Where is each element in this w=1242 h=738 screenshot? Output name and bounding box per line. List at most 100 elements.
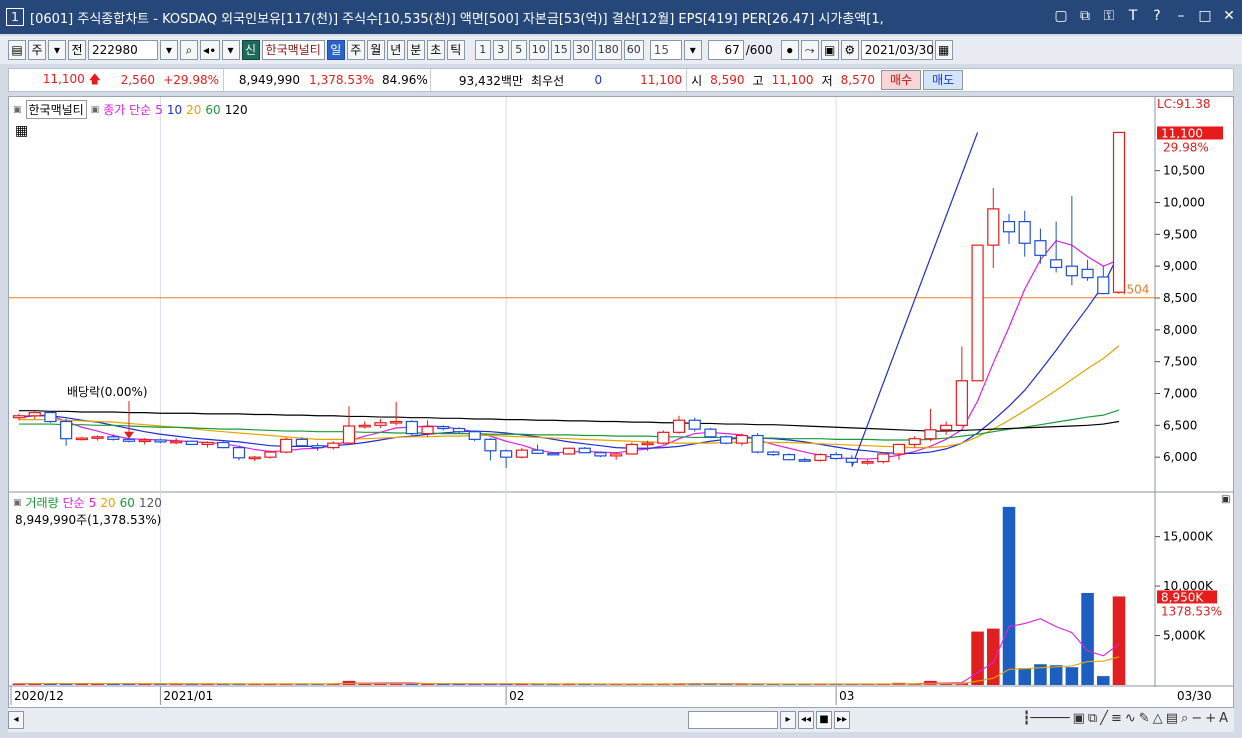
price-legend: ▣ 한국맥널티 ▣ 종가 단순 5 10 20 60 120 [13,100,248,119]
stock-name[interactable]: 한국맥널티 [261,40,325,60]
interval-button-30[interactable]: 30 [572,40,593,60]
price-ma20-line [19,345,1120,449]
interval-button-1[interactable]: 1 [474,40,491,60]
tool-print-icon[interactable]: ▤ [1166,711,1178,726]
code-dropdown-icon[interactable]: ▾ [160,40,178,60]
gear-icon[interactable]: ⚙ [840,40,859,60]
candle-body [1002,220,1016,233]
tool-rect-icon[interactable]: ▣ [1073,711,1085,726]
date-input[interactable]: 2021/03/30 [860,40,934,60]
candle-body [940,424,953,431]
candle-body [405,420,418,435]
price-legend-ma-label[interactable]: 종가 단순 [103,101,151,118]
help-icon[interactable]: ? [1148,6,1166,26]
compare-icon[interactable]: ⦁ [780,40,799,60]
candle-body [217,441,230,449]
period-tab-year[interactable]: 년 [386,40,405,60]
interval-button-15[interactable]: 15 [550,40,571,60]
tool-fib-icon[interactable]: ≡ [1111,711,1122,726]
text-tool-icon[interactable]: A [1219,711,1228,726]
candle-body [468,431,481,440]
scroll-left-icon[interactable]: ◂ [8,711,24,729]
tool-line-icon[interactable]: ╱ [1100,711,1108,726]
candle-body [547,452,560,456]
period-tab-week[interactable]: 주 [346,40,365,60]
volume-legend-ma-label[interactable]: 단순 [63,494,85,511]
mode-button[interactable]: 전 [68,40,86,60]
grid-toggle-icon[interactable]: ▦ [15,123,28,139]
price-legend-ma5[interactable]: 5 [155,103,163,117]
speaker-icon[interactable]: ◂∙ [200,40,220,60]
tool-copy-icon[interactable]: ⧉ [1088,711,1097,726]
stock-code-input[interactable]: 222980 [88,40,158,60]
save-icon[interactable]: ▣ [820,40,839,60]
price-legend-stock[interactable]: 한국맥널티 [25,100,87,119]
tool-wave-icon[interactable]: ∿ [1125,711,1136,726]
copy-window-icon[interactable]: ⧉ [1076,6,1094,26]
volume-legend-ma120[interactable]: 120 [139,496,162,510]
candle-body [720,436,733,444]
price-legend-ma120[interactable]: 120 [225,103,248,117]
price-legend-ma60[interactable]: 60 [205,103,220,117]
maximize-icon[interactable]: □ [1196,6,1214,26]
candle-body [44,412,57,423]
interval-button-180[interactable]: 180 [594,40,622,60]
stop-icon[interactable]: ■ [816,711,832,729]
price-ma60-line [19,409,1120,441]
candle-body [798,459,811,462]
trend-icon[interactable]: ⤳ [800,40,819,60]
candle-body [264,451,277,458]
interval-button-60[interactable]: 60 [623,40,644,60]
font-icon[interactable]: T [1124,6,1142,26]
minimize-icon[interactable]: – [1172,6,1190,26]
period-tab-tick[interactable]: 틱 [446,40,465,60]
close-icon[interactable]: ✕ [1220,6,1238,26]
layout-icon[interactable]: ▤ [8,40,26,60]
calendar-icon[interactable]: ▦ [934,40,953,60]
speaker-dropdown-icon[interactable]: ▾ [221,40,240,60]
volume-legend-ma20[interactable]: 20 [100,496,115,510]
volume-legend-ma5[interactable]: 5 [89,496,97,510]
restore-icon[interactable]: ▢ [1052,6,1070,26]
tool-pen-icon[interactable]: ✎ [1139,711,1150,726]
volume-legend-title[interactable]: 거래량 [26,494,59,511]
scroll-track[interactable] [688,711,778,729]
zoom-out-icon[interactable]: − [1191,711,1202,726]
interval-dropdown-icon[interactable]: ▾ [683,40,702,60]
panel-menu-icon[interactable]: ▣ [1221,494,1230,505]
buy-button[interactable]: 매수 [880,70,922,90]
period-tab-day[interactable]: 일 [326,40,345,60]
price-legend-ma20[interactable]: 20 [186,103,201,117]
volume-legend-ma60[interactable]: 60 [120,496,135,510]
legend-marker-icon: ▣ [13,497,22,508]
count-input[interactable]: 67 [707,40,744,60]
magnifier-icon[interactable]: ⌕ [1181,711,1188,726]
play-icon[interactable]: ▸ [780,711,796,729]
candle-body [232,447,246,459]
turnover-ratio: 84.96% [382,73,428,87]
interval-button-10[interactable]: 10 [528,40,549,60]
rewind-icon[interactable]: ◂◂ [798,711,814,729]
period-unit-select[interactable]: 주 [28,40,46,60]
zoom-in-icon[interactable]: + [1205,711,1216,726]
interval-button-3[interactable]: 3 [492,40,509,60]
up-arrow-icon: 🡅 [88,71,101,86]
link-icon[interactable]: ⚿ [1100,6,1118,26]
period-unit-dropdown-icon[interactable]: ▾ [48,40,66,60]
period-tab-month[interactable]: 월 [366,40,385,60]
volume-bar [1112,596,1126,685]
price-legend-ma10[interactable]: 10 [167,103,182,117]
forward-icon[interactable]: ▸▸ [834,711,850,729]
period-tab-minute[interactable]: 분 [406,40,425,60]
last-price-pct-label: 29.98% [1163,140,1209,154]
stock-chart[interactable]: 2020/12 2021/01 02 03 03/30 6,000 6,500 7,000 7,… [9,97,1233,707]
period-tab-second[interactable]: 초 [426,40,445,60]
tool-shape-icon[interactable]: △ [1153,711,1163,726]
search-icon[interactable]: ⌕ [180,40,198,60]
candle-body [342,425,356,444]
volume-ma5-line [19,618,1120,685]
sell-button[interactable]: 매도 [923,70,964,90]
interval-button-5[interactable]: 5 [510,40,527,60]
zoom-slider-icon[interactable]: ┇───── [1023,711,1070,726]
interval-input[interactable]: 15 [649,40,682,60]
